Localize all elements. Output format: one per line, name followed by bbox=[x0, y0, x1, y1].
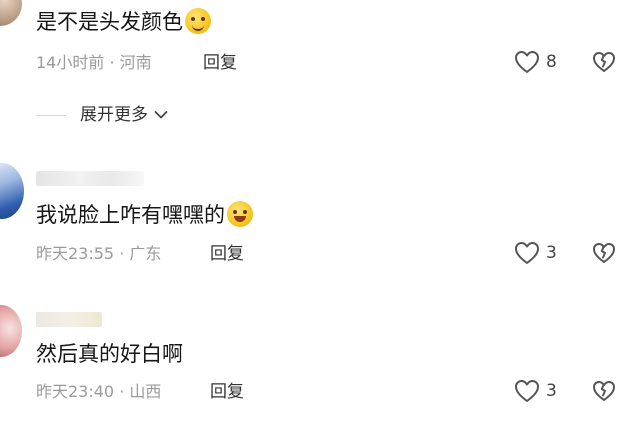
smiling-face-emoji-icon bbox=[185, 8, 211, 34]
divider bbox=[36, 115, 66, 116]
username[interactable] bbox=[36, 171, 144, 186]
heart-outline-icon bbox=[515, 51, 539, 73]
avatar[interactable] bbox=[0, 163, 24, 219]
comment-time-location: 14小时前 · 河南 bbox=[36, 53, 152, 72]
broken-heart-icon bbox=[593, 381, 615, 401]
dislike-button[interactable] bbox=[592, 51, 616, 77]
like-count: 3 bbox=[546, 243, 557, 263]
broken-heart-icon bbox=[593, 243, 615, 263]
comment-time-location: 昨天23:55 · 广东 bbox=[36, 244, 162, 263]
comment-text: 然后真的好白啊 bbox=[36, 342, 183, 366]
avatar[interactable] bbox=[0, 0, 22, 26]
like-button[interactable]: 3 bbox=[514, 241, 557, 265]
dislike-button[interactable] bbox=[592, 380, 616, 406]
reply-button[interactable]: 回复 bbox=[210, 382, 244, 402]
chevron-down-icon bbox=[154, 111, 168, 119]
heart-outline-icon bbox=[515, 380, 539, 402]
comment-time-location: 昨天23:40 · 山西 bbox=[36, 382, 162, 401]
laughing-crying-emoji-icon bbox=[227, 201, 253, 227]
dislike-button[interactable] bbox=[592, 242, 616, 268]
like-count: 8 bbox=[546, 52, 557, 72]
avatar[interactable] bbox=[0, 305, 22, 357]
expand-more-label: 展开更多 bbox=[80, 105, 148, 125]
reply-button[interactable]: 回复 bbox=[210, 244, 244, 264]
reply-button[interactable]: 回复 bbox=[203, 53, 237, 73]
expand-more-button[interactable]: 展开更多 bbox=[80, 104, 168, 126]
like-button[interactable]: 8 bbox=[514, 50, 557, 74]
comment-text: 我说脸上咋有嘿嘿的 bbox=[36, 201, 253, 229]
broken-heart-icon bbox=[593, 52, 615, 72]
comment-text: 是不是头发颜色 bbox=[36, 8, 211, 36]
like-button[interactable]: 3 bbox=[514, 379, 557, 403]
like-count: 3 bbox=[546, 381, 557, 401]
username[interactable] bbox=[36, 312, 102, 327]
heart-outline-icon bbox=[515, 242, 539, 264]
